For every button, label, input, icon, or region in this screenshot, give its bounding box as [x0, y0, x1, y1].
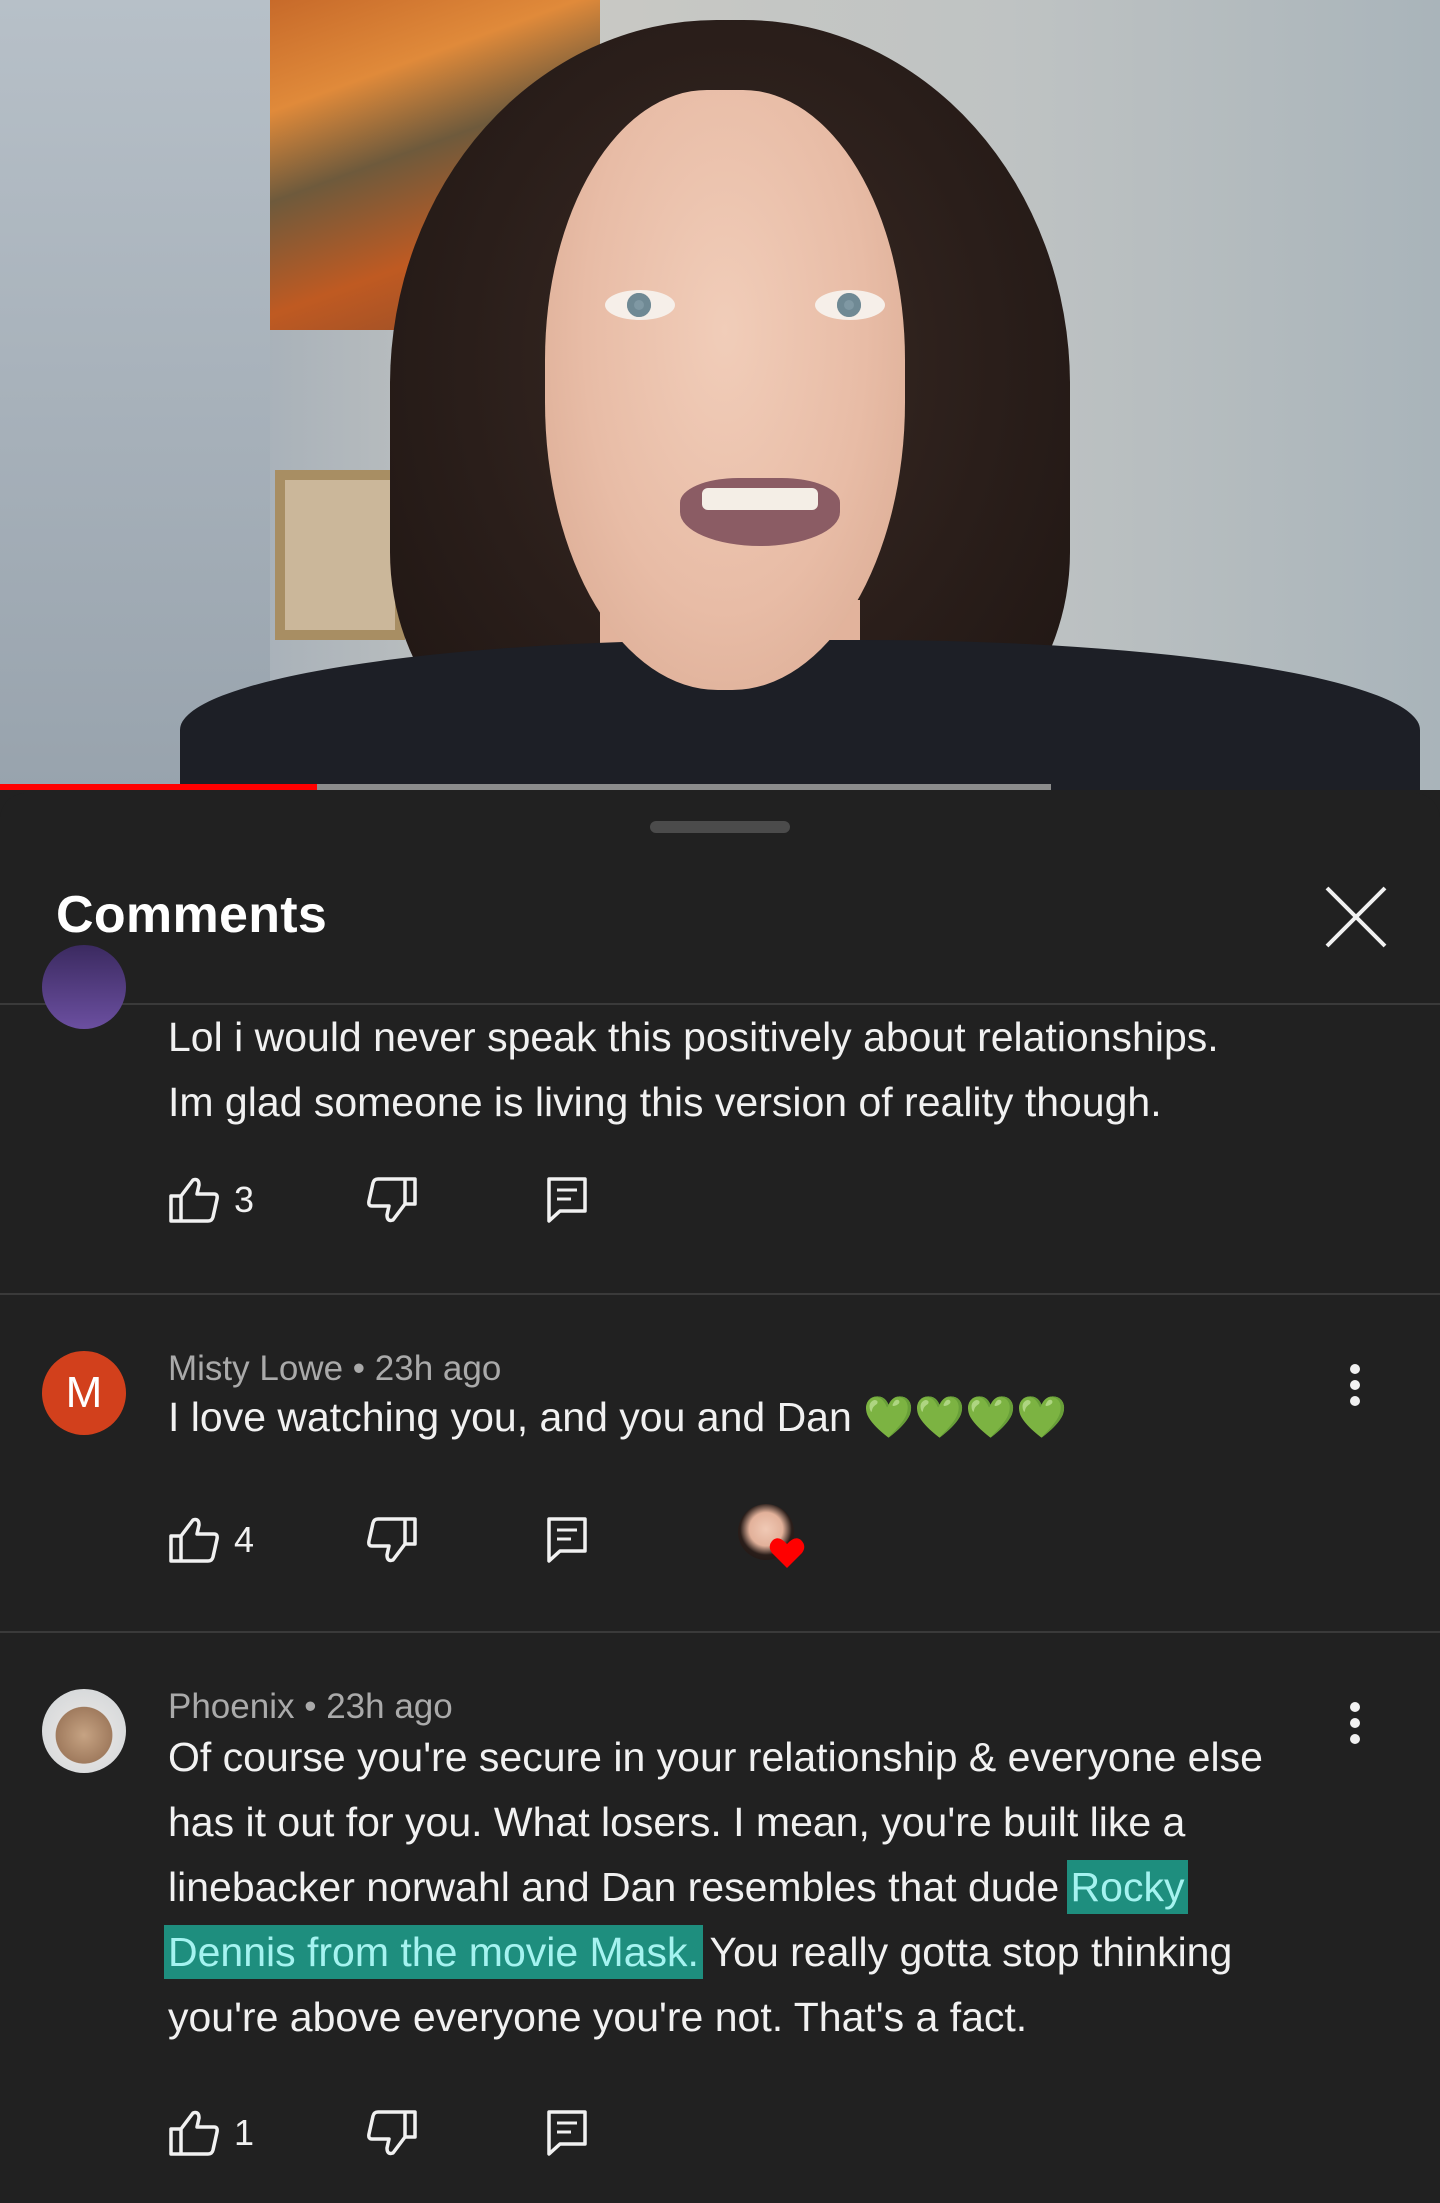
comment-time: 23h ago [326, 1687, 453, 1726]
avatar[interactable] [42, 1689, 126, 1773]
comment-item: M Misty Lowe • 23h ago I love watching y… [0, 1295, 1440, 1631]
thumbs-down-icon [367, 1517, 417, 1563]
avatar[interactable]: M [42, 1351, 126, 1435]
like-button[interactable]: 1 [168, 2103, 254, 2163]
thumbs-up-icon [169, 1517, 219, 1563]
more-options-button[interactable] [1330, 1693, 1380, 1753]
thumbs-up-icon [169, 2110, 219, 2156]
video-person-mouth [680, 478, 840, 546]
video-person-face [545, 90, 905, 690]
thumbs-down-icon [367, 2110, 417, 2156]
meta-separator: • [352, 1349, 366, 1388]
creator-heart-badge [738, 1504, 808, 1574]
like-button[interactable]: 4 [168, 1510, 254, 1570]
comment-time: 23h ago [374, 1349, 502, 1388]
reply-button[interactable] [546, 1510, 588, 1570]
dislike-button[interactable] [366, 2103, 418, 2163]
thumbs-down-icon [367, 1177, 417, 1223]
video-person-eye [815, 290, 885, 320]
comment-actions: 3 [168, 1170, 868, 1230]
comment-actions: 4 [168, 1504, 868, 1570]
reply-icon [547, 2110, 587, 2156]
comment-item: Phoenix • 23h ago Of course you're secur… [0, 1633, 1440, 2203]
reply-icon [547, 1517, 587, 1563]
comment-item: Lol i would never speak this positively … [0, 945, 1440, 1305]
avatar-letter: M [65, 1368, 103, 1417]
sheet-title: Comments [56, 886, 328, 944]
like-count: 1 [234, 2112, 255, 2153]
dislike-button[interactable] [366, 1510, 418, 1570]
avatar[interactable] [42, 945, 126, 1029]
video-person-eye [605, 290, 675, 320]
like-count: 3 [234, 1179, 255, 1220]
comment-text: Of course you're secure in your relation… [168, 1725, 1318, 2050]
more-vert-icon [1350, 1702, 1360, 1744]
close-button[interactable] [1320, 881, 1392, 953]
comment-text-line: Lol i would never speak this positively … [168, 1014, 1219, 1060]
more-vert-icon [1350, 1364, 1360, 1406]
dislike-button[interactable] [366, 1170, 418, 1230]
reply-icon [547, 1177, 587, 1223]
comment-author[interactable]: Misty Lowe [168, 1349, 343, 1388]
highlighted-text: Dennis from the movie Mask. [168, 1929, 699, 1975]
thumbs-up-icon [169, 1177, 219, 1223]
comment-text-line: Im glad someone is living this version o… [168, 1079, 1162, 1125]
comment-meta: Misty Lowe • 23h ago [168, 1349, 501, 1389]
comment-actions: 1 [168, 2103, 868, 2163]
video-background [0, 0, 270, 790]
video-player[interactable] [0, 0, 1440, 790]
reply-button[interactable] [546, 2103, 588, 2163]
playback-progress-bar[interactable] [0, 784, 317, 790]
reply-button[interactable] [546, 1170, 588, 1230]
comments-sheet: Comments Lol i would never speak this po… [0, 793, 1440, 2203]
drag-handle[interactable] [650, 821, 790, 833]
meta-separator: • [304, 1687, 317, 1726]
close-icon [1325, 886, 1387, 948]
highlighted-text: Rocky [1070, 1864, 1185, 1910]
comment-meta: Phoenix • 23h ago [168, 1687, 453, 1727]
like-button[interactable]: 3 [168, 1170, 254, 1230]
comment-text: I love watching you, and you and Dan 💚💚💚… [168, 1394, 1068, 1440]
comment-author[interactable]: Phoenix [168, 1687, 294, 1726]
comment-text: Lol i would never speak this positively … [168, 1005, 1348, 1135]
heart-icon [769, 1538, 805, 1568]
like-count: 4 [234, 1519, 255, 1560]
video-frame-object [275, 470, 405, 640]
